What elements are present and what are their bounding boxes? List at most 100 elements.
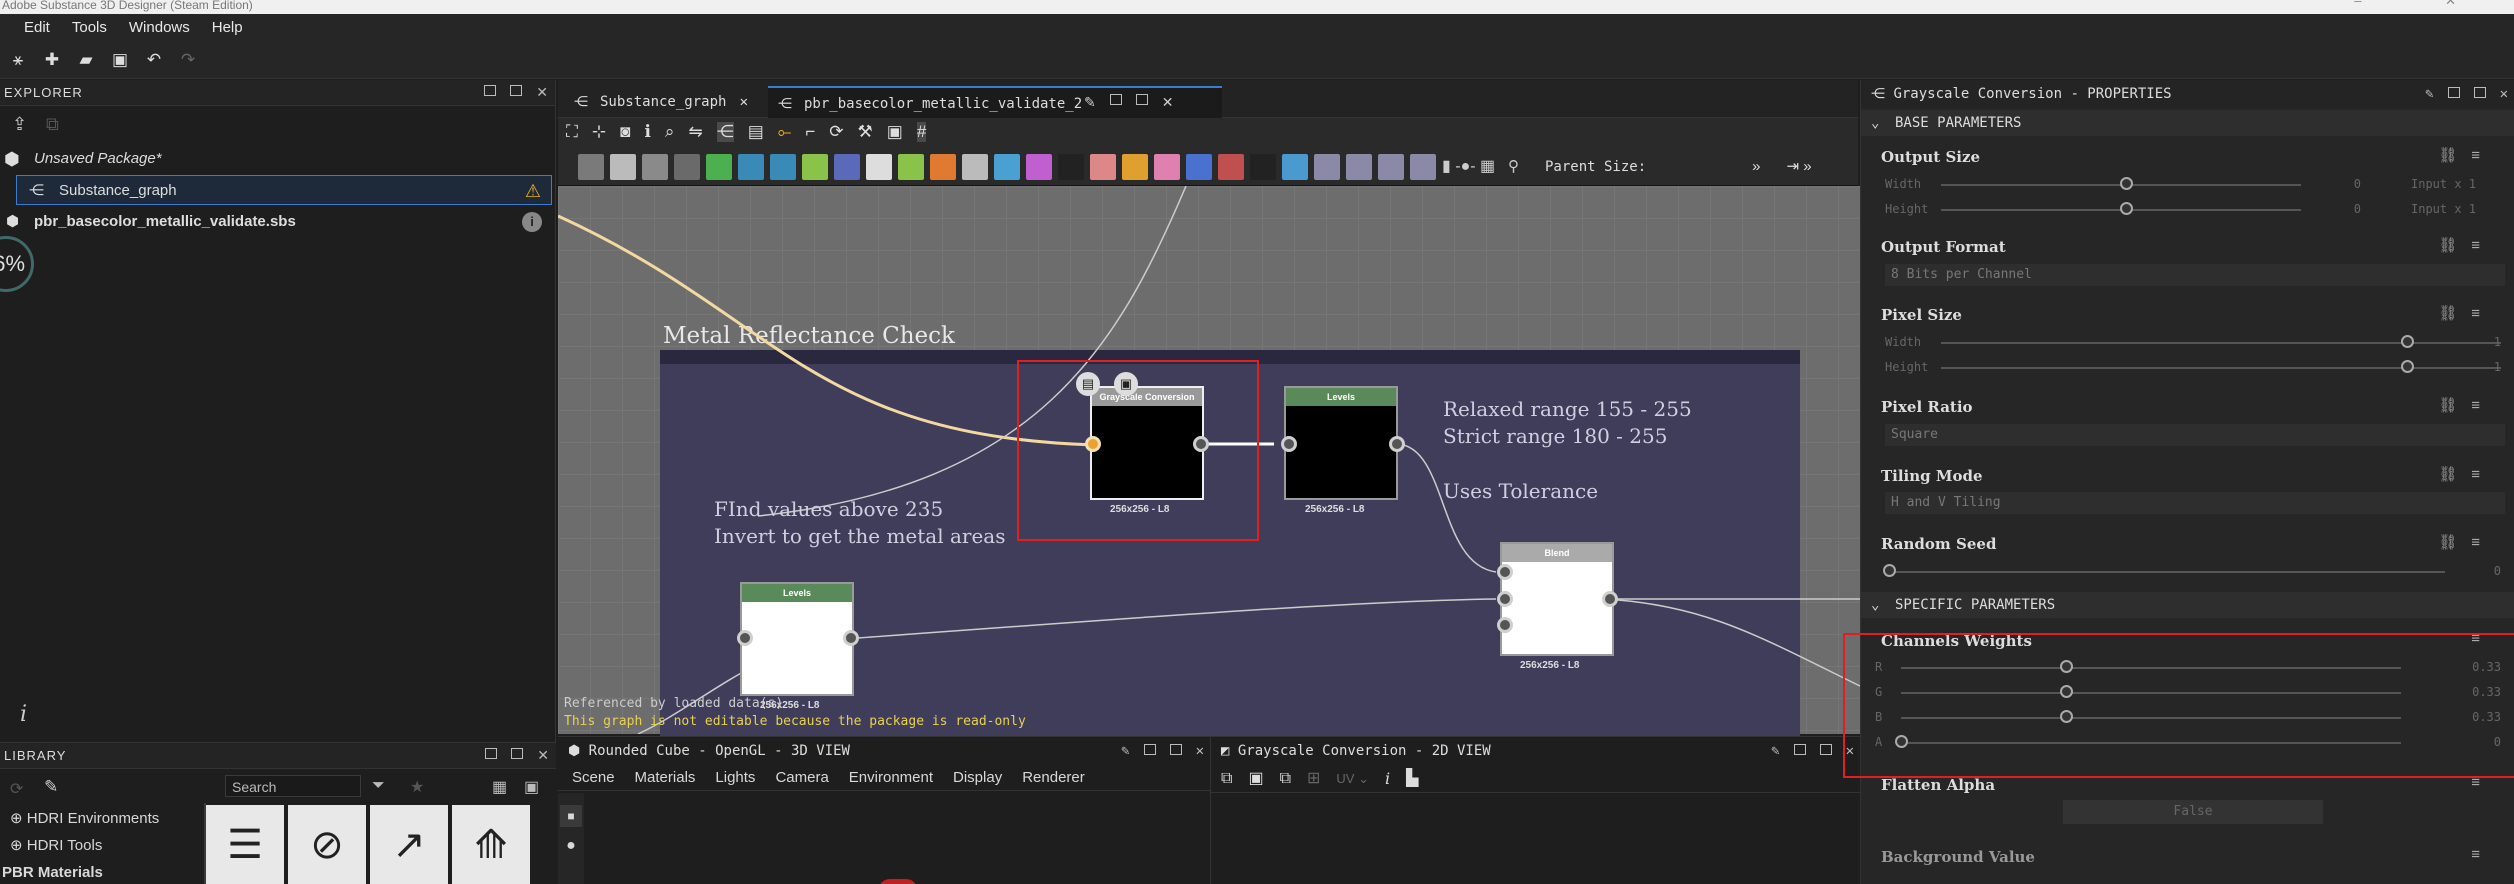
- warning-icon[interactable]: ⚠: [525, 176, 541, 206]
- close-icon[interactable]: ✕: [1196, 744, 1204, 758]
- new-graph-icon[interactable]: ⚹: [8, 50, 28, 70]
- frame-node-icon[interactable]: [1410, 154, 1436, 180]
- node-output-port[interactable]: [843, 630, 859, 646]
- library-panel-controls[interactable]: ✕: [485, 748, 550, 762]
- pixel-processor-node-icon[interactable]: [898, 154, 924, 180]
- param-icons[interactable]: ⛓≡: [2438, 146, 2494, 164]
- float-icon[interactable]: [1109, 94, 1122, 105]
- properties-controls[interactable]: ✎ ✕: [2425, 87, 2508, 101]
- output-width-mode[interactable]: Input x 1: [2411, 177, 2511, 191]
- layout-icon[interactable]: ▤: [748, 122, 764, 142]
- menu-help[interactable]: Help: [212, 19, 243, 36]
- uniform-node-icon[interactable]: [610, 154, 636, 180]
- slider-knob[interactable]: [2401, 360, 2414, 373]
- grid-icon[interactable]: #: [916, 122, 927, 142]
- tree-icon[interactable]: ⋲: [716, 122, 734, 142]
- maximize-icon[interactable]: [1135, 94, 1148, 105]
- save-icon[interactable]: ▣: [1248, 765, 1263, 792]
- align-icon[interactable]: ⊹: [592, 122, 606, 142]
- random-seed-slider[interactable]: [1885, 571, 2445, 573]
- pin-icon[interactable]: ✎: [1771, 744, 1779, 758]
- output-format-dropdown[interactable]: 8 Bits per Channel: [1885, 264, 2505, 286]
- info-icon[interactable]: i: [522, 212, 542, 232]
- dropper-node-icon[interactable]: [1218, 154, 1244, 180]
- library-category-pbr[interactable]: PBR Materials: [0, 859, 200, 884]
- more-icon[interactable]: »: [1752, 154, 1760, 180]
- node-output-port[interactable]: [1602, 591, 1618, 607]
- histogram-icon[interactable]: ▙: [1406, 765, 1418, 792]
- menu-windows[interactable]: Windows: [129, 19, 190, 36]
- library-category-hdri-tools[interactable]: ⊕ HDRI Tools: [0, 832, 200, 859]
- info-icon[interactable]: i: [1385, 765, 1390, 792]
- shuffle-node-icon[interactable]: [674, 154, 700, 180]
- node-input-port[interactable]: [737, 630, 753, 646]
- float-icon[interactable]: [1793, 744, 1806, 755]
- section-specific-parameters[interactable]: ⌄ SPECIFIC PARAMETERS: [1861, 592, 2514, 618]
- noise-node-icon[interactable]: [1058, 154, 1084, 180]
- menu-camera[interactable]: Camera: [775, 765, 828, 790]
- open-folder-icon[interactable]: ▰: [76, 50, 96, 70]
- node-input-port[interactable]: [1281, 436, 1297, 452]
- levels-node-icon[interactable]: [642, 154, 668, 180]
- save-icon[interactable]: ▣: [110, 50, 130, 70]
- param-icons[interactable]: ⛓≡: [2438, 396, 2494, 414]
- param-icons[interactable]: ⛓≡: [2438, 236, 2494, 254]
- menu-environment[interactable]: Environment: [849, 765, 933, 790]
- graph-instance-icon[interactable]: [1378, 154, 1404, 180]
- bake-icon[interactable]: ▣: [887, 122, 903, 142]
- pin-icon[interactable]: ✎: [2425, 87, 2433, 101]
- pin-icon[interactable]: ⚲: [1508, 154, 1519, 180]
- sharpen-node-icon[interactable]: [1090, 154, 1116, 180]
- node-output-port[interactable]: [1389, 436, 1405, 452]
- connect-icon[interactable]: ⇥ »: [1787, 154, 1812, 180]
- param-icons[interactable]: ≡: [2471, 846, 2494, 863]
- menu-display[interactable]: Display: [953, 765, 1002, 790]
- link-icon[interactable]: ⇋: [688, 122, 702, 142]
- new-package-icon[interactable]: ✚: [42, 50, 62, 70]
- pin-icon[interactable]: ✎: [1084, 94, 1096, 111]
- emboss-node-icon[interactable]: [962, 154, 988, 180]
- close-icon[interactable]: ✕: [536, 85, 549, 99]
- close-icon[interactable]: ✕: [740, 86, 748, 118]
- maximize-icon[interactable]: [2473, 87, 2486, 98]
- float-icon[interactable]: [484, 85, 497, 96]
- node-input-port[interactable]: [1497, 564, 1513, 580]
- close-icon[interactable]: ✕: [1162, 94, 1174, 111]
- tree-graph-substance[interactable]: ⋲ Substance_graph ⚠: [16, 175, 552, 205]
- undo-icon[interactable]: ↶: [144, 50, 164, 70]
- close-icon[interactable]: ✕: [537, 748, 550, 762]
- slider-knob[interactable]: [1883, 564, 1896, 577]
- export-icon[interactable]: ⇪: [12, 114, 27, 135]
- param-icons[interactable]: ⛓≡: [2438, 465, 2494, 483]
- fx-map-node-icon[interactable]: [866, 154, 892, 180]
- wave-icon[interactable]: ⊘: [288, 805, 366, 884]
- color-node-icon[interactable]: [1026, 154, 1052, 180]
- tree-package[interactable]: ⬢ Unsaved Package*: [0, 144, 556, 174]
- info-icon[interactable]: ℹ: [644, 122, 650, 142]
- maximize-icon[interactable]: [1819, 744, 1832, 755]
- slider-knob[interactable]: [2401, 335, 2414, 348]
- pixel-height-slider[interactable]: [1941, 367, 2501, 369]
- camera-icon[interactable]: ■: [560, 805, 582, 827]
- param-icons[interactable]: ≡: [2471, 774, 2494, 791]
- explorer-panel-controls[interactable]: ✕: [484, 85, 549, 99]
- blur-node-icon[interactable]: [834, 154, 860, 180]
- bitmap-node-icon[interactable]: [578, 154, 604, 180]
- pin-icon[interactable]: ✎: [1121, 744, 1129, 758]
- light-icon[interactable]: ●: [560, 837, 582, 855]
- maximize-icon[interactable]: [510, 85, 523, 96]
- filter-icon[interactable]: ⏷: [372, 777, 385, 795]
- 2d-view-controls[interactable]: ✎ ✕: [1771, 744, 1854, 758]
- section-base-parameters[interactable]: ⌄ BASE PARAMETERS: [1861, 110, 2514, 136]
- window-controls[interactable]: – ✕: [2354, 0, 2496, 7]
- tool-icon[interactable]: ⚒: [858, 122, 873, 142]
- favorite-icon[interactable]: ★: [410, 777, 424, 797]
- transform-node-icon[interactable]: [770, 154, 796, 180]
- menu-materials[interactable]: Materials: [635, 765, 696, 790]
- 3d-preview-object[interactable]: [878, 879, 918, 884]
- histogram-node-icon[interactable]: [1250, 154, 1276, 180]
- text-node-icon[interactable]: [1154, 154, 1180, 180]
- float-icon[interactable]: [1143, 744, 1156, 755]
- connector-icon[interactable]: ⟜: [778, 122, 792, 142]
- param-icons[interactable]: ⛓≡: [2438, 304, 2494, 322]
